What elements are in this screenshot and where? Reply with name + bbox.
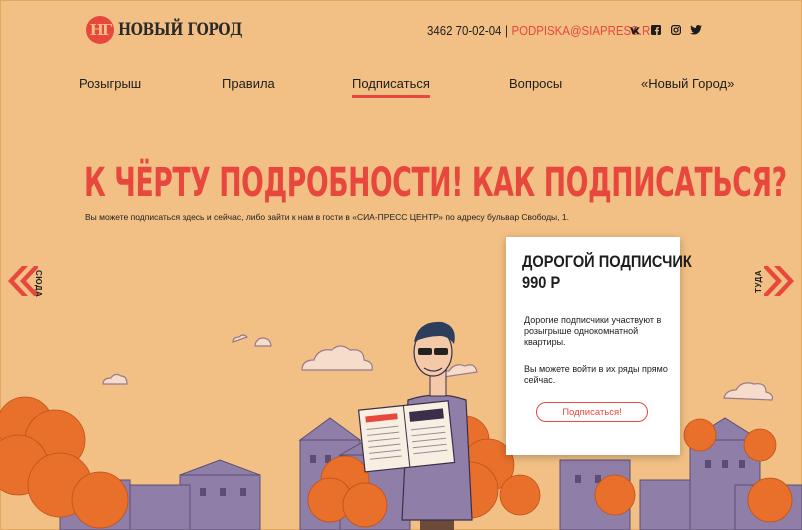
vk-icon[interactable]: [630, 24, 642, 36]
contacts-separator: |: [504, 23, 508, 38]
contacts: 3462 70-02-04 | PODPISKA@SIAPRESS.RU: [427, 23, 658, 38]
phone-number[interactable]: 3462 70-02-04: [427, 23, 501, 38]
logo-mark: НГ: [86, 16, 114, 44]
instagram-icon[interactable]: [670, 24, 682, 36]
card-price: 990 Р: [522, 273, 561, 292]
nav-item-raffle[interactable]: Розыгрыш: [79, 76, 141, 91]
nav-item-rules[interactable]: Правила: [222, 76, 275, 91]
intro-text: Вы можете подписаться здесь и сейчас, ли…: [85, 212, 569, 222]
nav-item-novy-gorod[interactable]: «Новый Город»: [641, 76, 734, 91]
card-title: ДОРОГОЙ ПОДПИСЧИК: [522, 252, 692, 271]
facebook-icon[interactable]: [650, 24, 662, 36]
subscribe-button[interactable]: Подписаться!: [536, 402, 648, 422]
subscription-card: ДОРОГОЙ ПОДПИСЧИК 990 Р Дорогие подписчи…: [506, 237, 692, 455]
nav-item-subscribe[interactable]: Подписаться: [352, 76, 430, 98]
page-title: К ЧЁРТУ ПОДРОБНОСТИ! КАК ПОДПИСАТЬСЯ?: [84, 160, 787, 206]
twitter-icon[interactable]: [690, 24, 702, 36]
next-label[interactable]: ТУДА: [754, 270, 763, 293]
logo-text: НОВЫЙ ГОРОД: [118, 20, 243, 40]
social-links: [630, 24, 702, 36]
card-description: Дорогие подписчики участвуют в розыгрыше…: [524, 315, 662, 347]
double-chevron-right-icon: [762, 266, 794, 296]
prev-label[interactable]: СЮДА: [34, 270, 43, 297]
logo[interactable]: НГ НОВЫЙ ГОРОД: [86, 16, 269, 44]
city-illustration: [0, 321, 802, 530]
nav-item-questions[interactable]: Вопросы: [509, 76, 562, 91]
card-call-to-action: Вы можете войти в их ряды прямо сейчас.: [524, 364, 668, 385]
main-nav: Розыгрыш Правила Подписаться Вопросы «Но…: [0, 76, 802, 100]
next-arrow-button[interactable]: [762, 264, 796, 303]
